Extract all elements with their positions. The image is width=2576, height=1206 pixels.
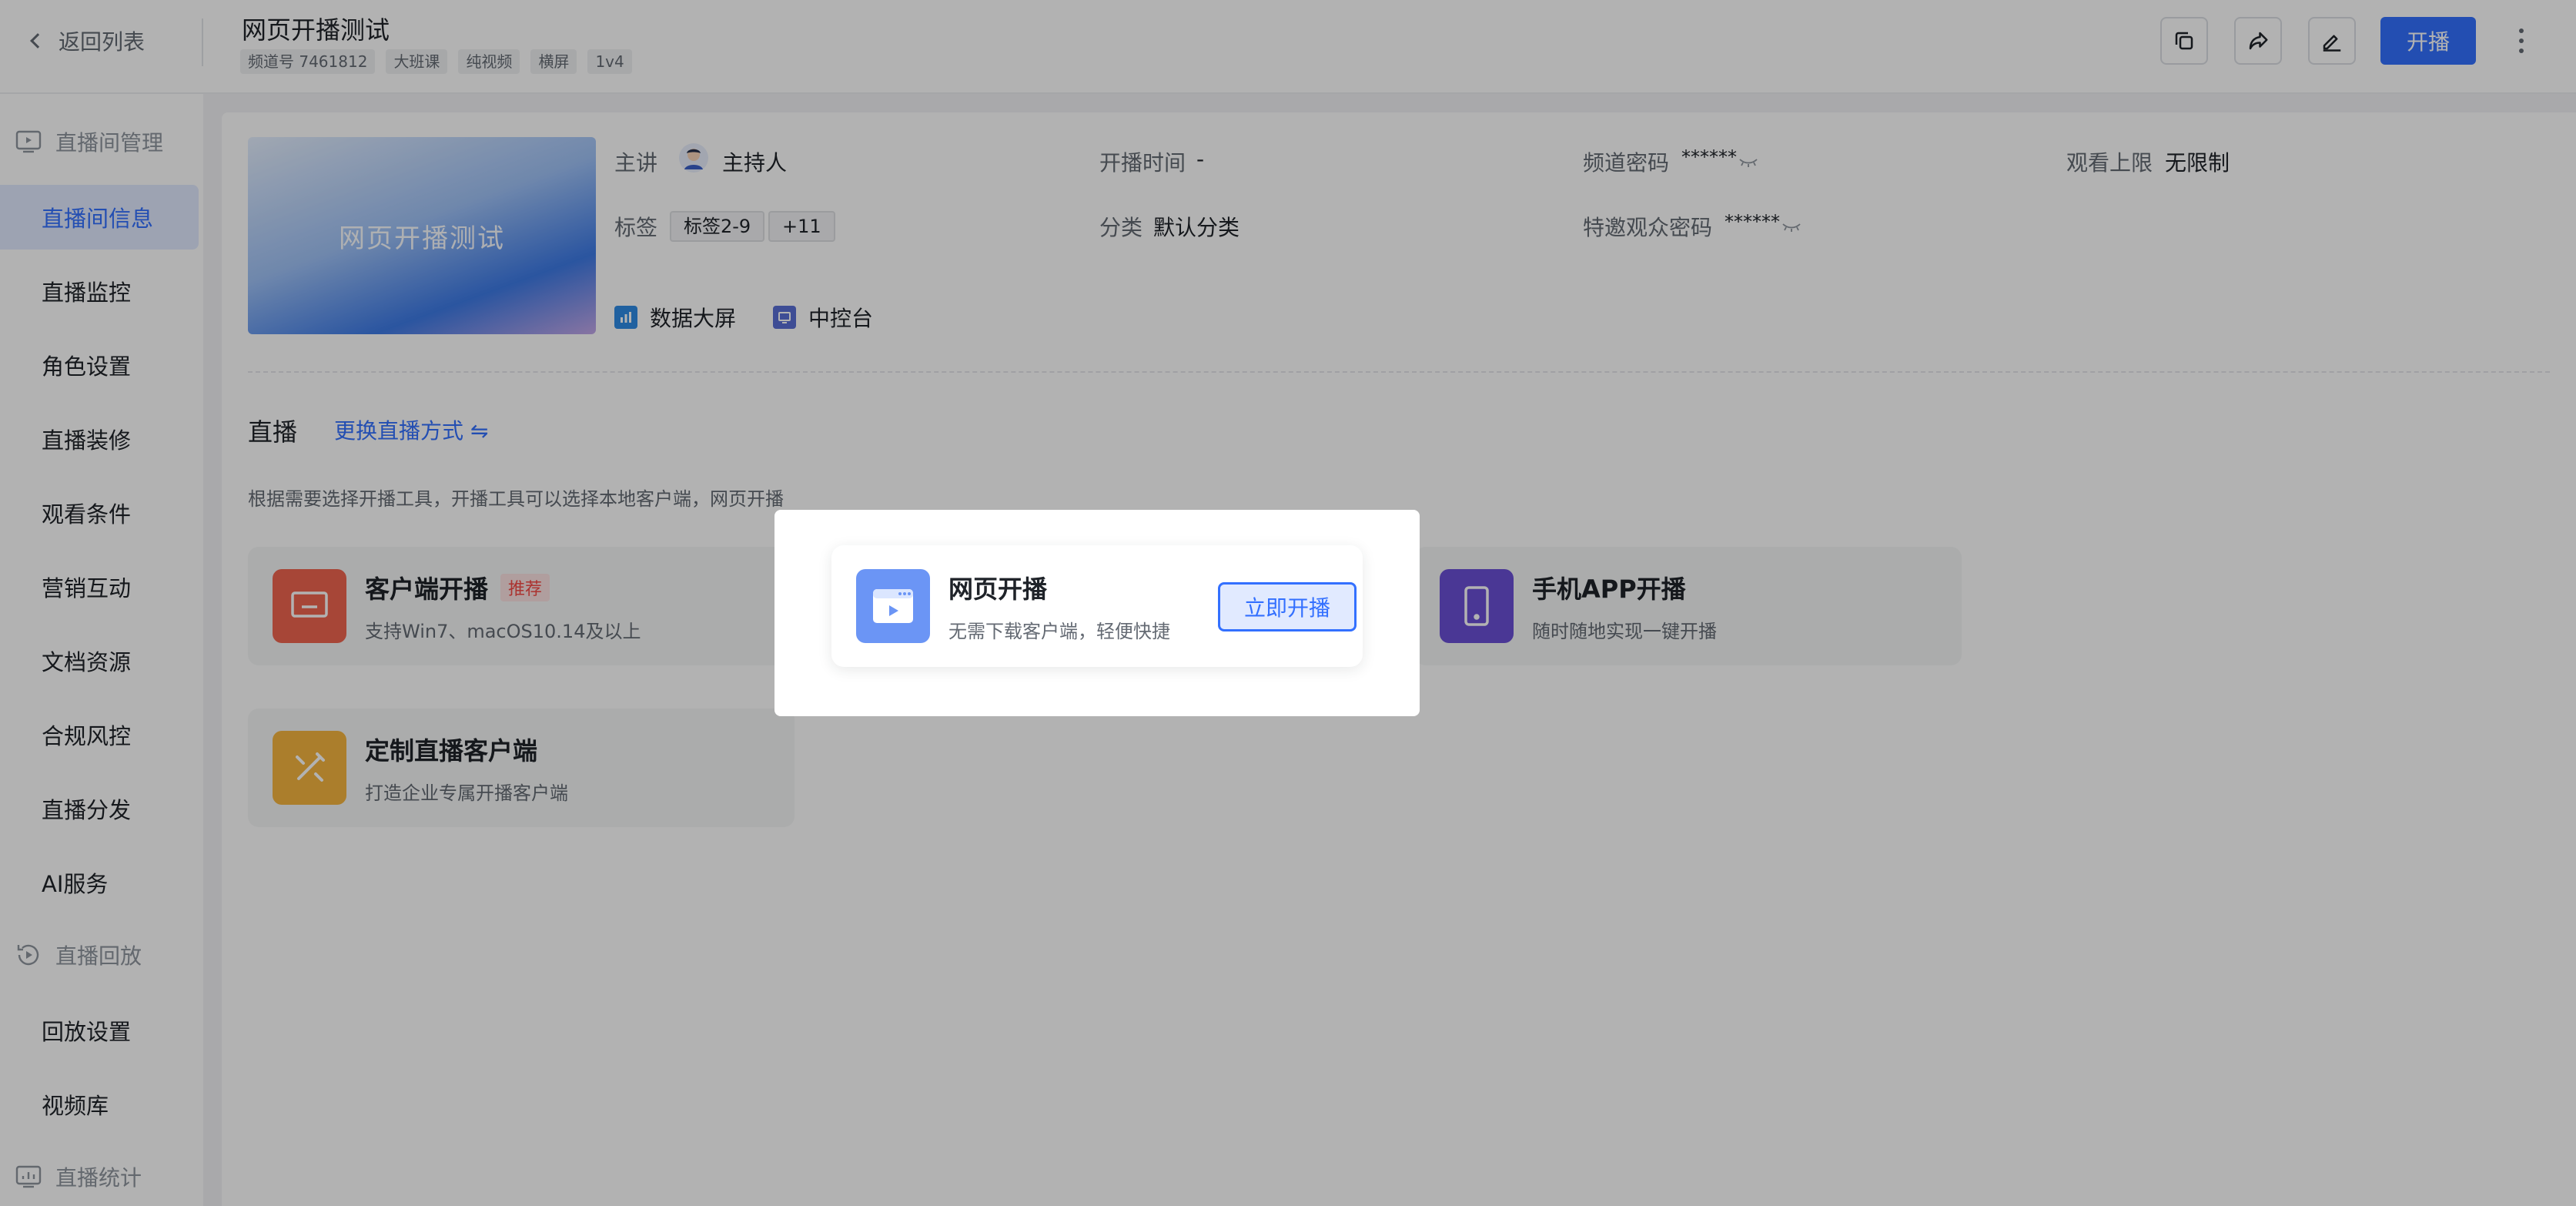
web-live-card[interactable]: 网页开播 无需下载客户端，轻便快捷 立即开播 — [831, 545, 1363, 667]
web-live-title: 网页开播 — [948, 574, 1048, 604]
web-live-desc: 无需下载客户端，轻便快捷 — [948, 620, 1170, 642]
browser-play-icon — [856, 569, 930, 643]
web-live-spotlight: 网页开播 无需下载客户端，轻便快捷 立即开播 — [774, 510, 1420, 716]
start-now-button[interactable]: 立即开播 — [1218, 582, 1357, 631]
